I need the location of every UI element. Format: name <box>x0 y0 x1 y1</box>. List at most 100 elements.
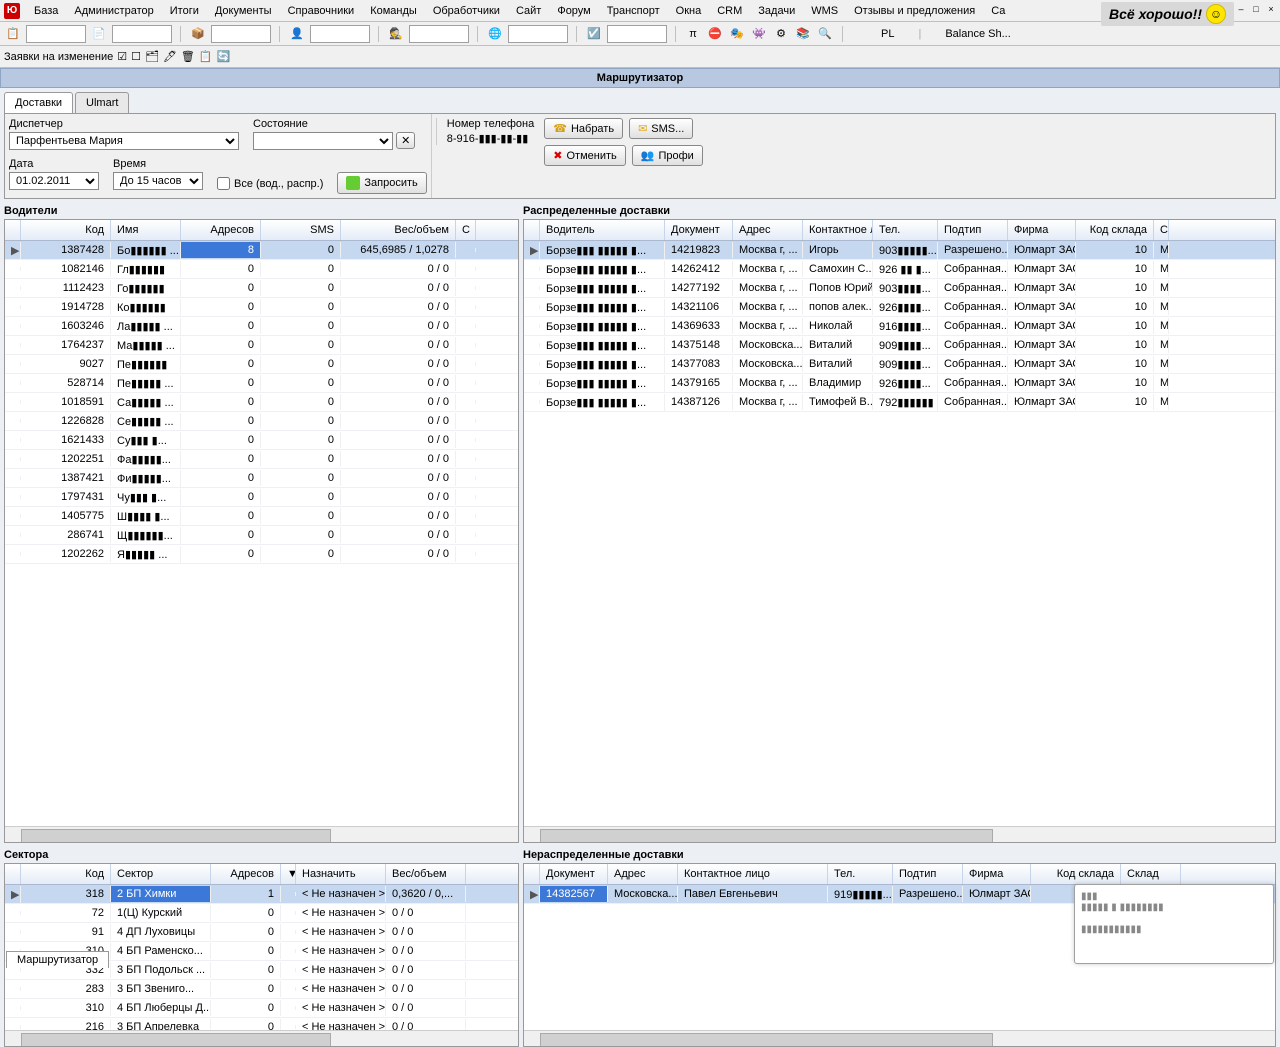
menu-item[interactable]: Администратор <box>66 2 161 20</box>
dispatcher-select[interactable]: Парфентьева Мария <box>9 132 239 150</box>
gear-icon[interactable]: ⚙ <box>772 25 790 43</box>
table-row[interactable]: Борзе▮▮▮ ▮▮▮▮▮ ▮... 14387126 Москва г, .… <box>524 393 1275 412</box>
forbid-icon[interactable]: ⛔ <box>706 25 724 43</box>
toolbar-text[interactable]: Balance Sh... <box>945 28 1010 40</box>
table-row[interactable]: ▶ Борзе▮▮▮ ▮▮▮▮▮ ▮... 14219823 Москва г,… <box>524 241 1275 260</box>
tool-icon[interactable]: ☐ <box>131 50 141 63</box>
table-row[interactable]: Борзе▮▮▮ ▮▮▮▮▮ ▮... 14321106 Москва г, .… <box>524 298 1275 317</box>
tool-icon[interactable]: 🔄 <box>217 50 231 63</box>
tool-icon[interactable]: 📄 <box>90 25 108 43</box>
profile-button[interactable]: 👥Профи <box>632 145 703 166</box>
tool-icon[interactable]: 🗂 <box>145 50 159 63</box>
table-row[interactable]: 310 4 БП Люберцы Д... 0 < Не назначен > … <box>5 999 518 1018</box>
menu-item[interactable]: Документы <box>207 2 280 20</box>
menu-item[interactable]: Итоги <box>162 2 207 20</box>
time-select[interactable]: До 15 часов <box>113 172 203 190</box>
table-row[interactable]: 91 4 ДП Луховицы 0 < Не назначен > 0 / 0 <box>5 923 518 942</box>
table-row[interactable]: Борзе▮▮▮ ▮▮▮▮▮ ▮... 14277192 Москва г, .… <box>524 279 1275 298</box>
sectors-hscroll[interactable] <box>5 1030 518 1046</box>
table-row[interactable]: 1621433 Су▮▮▮ ▮... 0 0 0 / 0 <box>5 431 518 450</box>
minimize-icon[interactable]: – <box>1234 2 1248 16</box>
table-row[interactable]: 1112423 Го▮▮▮▮▮▮ 0 0 0 / 0 <box>5 279 518 298</box>
table-row[interactable]: 1226828 Се▮▮▮▮▮ ... 0 0 0 / 0 <box>5 412 518 431</box>
tab-ulmart[interactable]: Ulmart <box>75 92 129 113</box>
menu-item[interactable]: Сайт <box>508 2 549 20</box>
tool-icon[interactable]: ☑ <box>117 50 127 63</box>
toolbar-text[interactable]: PL <box>881 28 894 40</box>
check-icon[interactable]: ☑️ <box>585 25 603 43</box>
toolbar-input-5[interactable] <box>409 25 469 43</box>
globe-icon[interactable]: 🌐 <box>486 25 504 43</box>
table-row[interactable]: Борзе▮▮▮ ▮▮▮▮▮ ▮... 14377083 Московска..… <box>524 355 1275 374</box>
all-checkbox[interactable] <box>217 177 230 190</box>
table-row[interactable]: 1914728 Ко▮▮▮▮▮▮ 0 0 0 / 0 <box>5 298 518 317</box>
table-row[interactable]: 72 1(Ц) Курский 0 < Не назначен > 0 / 0 <box>5 904 518 923</box>
toolbar-input-1[interactable] <box>26 25 86 43</box>
assigned-hscroll[interactable] <box>524 826 1275 842</box>
table-row[interactable]: 283 3 БП Звениго... 0 < Не назначен > 0 … <box>5 980 518 999</box>
table-row[interactable]: ▶ 1387428 Бо▮▮▮▮▮▮ ... 8 0 645,6985 / 1,… <box>5 241 518 260</box>
table-row[interactable]: 1405775 Ш▮▮▮▮ ▮... 0 0 0 / 0 <box>5 507 518 526</box>
menu-item[interactable]: Форум <box>549 2 598 20</box>
menu-item[interactable]: Са <box>983 2 1013 20</box>
zoom-icon[interactable]: 🔍 <box>816 25 834 43</box>
tool-icon[interactable]: 📦 <box>189 25 207 43</box>
menu-item[interactable]: Окна <box>668 2 710 20</box>
table-row[interactable]: ▶ 318 2 БП Химки 1 < Не назначен > 0,362… <box>5 885 518 904</box>
request-button[interactable]: Запросить <box>337 172 426 194</box>
all-checkbox-label[interactable]: Все (вод., распр.) <box>217 177 323 190</box>
table-row[interactable]: 1797431 Чу▮▮▮ ▮... 0 0 0 / 0 <box>5 488 518 507</box>
menu-item[interactable]: Обработчики <box>425 2 508 20</box>
table-row[interactable]: 1082146 Гл▮▮▮▮▮▮ 0 0 0 / 0 <box>5 260 518 279</box>
tool-icon[interactable]: 📋 <box>4 25 22 43</box>
mask-icon[interactable]: 🎭 <box>728 25 746 43</box>
table-row[interactable]: 528714 Пе▮▮▮▮▮ ... 0 0 0 / 0 <box>5 374 518 393</box>
toolbar-input-3[interactable] <box>211 25 271 43</box>
toolbar-input-2[interactable] <box>112 25 172 43</box>
spy-icon[interactable]: 🕵️ <box>387 25 405 43</box>
unassigned-hscroll[interactable] <box>524 1030 1275 1046</box>
menu-item[interactable]: Команды <box>362 2 425 20</box>
menu-item[interactable]: Задачи <box>750 2 803 20</box>
dial-button[interactable]: ☎Набрать <box>544 118 623 139</box>
tool-icon[interactable]: 🖊 <box>163 50 177 63</box>
table-row[interactable]: 1202262 Я▮▮▮▮▮ ... 0 0 0 / 0 <box>5 545 518 564</box>
table-row[interactable]: 1764237 Ма▮▮▮▮▮ ... 0 0 0 / 0 <box>5 336 518 355</box>
mdi-tab[interactable]: Маршрутизатор <box>6 951 109 968</box>
date-select[interactable]: 01.02.2011 <box>9 172 99 190</box>
table-row[interactable]: Борзе▮▮▮ ▮▮▮▮▮ ▮... 14379165 Москва г, .… <box>524 374 1275 393</box>
table-row[interactable]: Борзе▮▮▮ ▮▮▮▮▮ ▮... 14369633 Москва г, .… <box>524 317 1275 336</box>
cancel-button[interactable]: ✖Отменить <box>544 145 625 166</box>
tool-icon[interactable]: 🗑 <box>181 50 195 63</box>
toolbar-input-7[interactable] <box>607 25 667 43</box>
maximize-icon[interactable]: □ <box>1249 2 1263 16</box>
menu-item[interactable]: CRM <box>709 2 750 20</box>
user-icon[interactable]: 👤 <box>288 25 306 43</box>
alien-icon[interactable]: 👾 <box>750 25 768 43</box>
menu-item[interactable]: Справочники <box>280 2 363 20</box>
drivers-grid[interactable]: Код Имя Адресов SMS Вес/объем С ▶ 138742… <box>4 219 519 843</box>
table-row[interactable]: 286741 Щ▮▮▮▮▮▮... 0 0 0 / 0 <box>5 526 518 545</box>
menu-item[interactable]: WMS <box>803 2 846 20</box>
state-select[interactable] <box>253 132 393 150</box>
toolbar-input-4[interactable] <box>310 25 370 43</box>
menu-item[interactable]: База <box>26 2 66 20</box>
menu-item[interactable]: Отзывы и предложения <box>846 2 983 20</box>
sms-button[interactable]: ✉SMS... <box>629 118 693 139</box>
state-clear-button[interactable]: ✕ <box>396 132 415 149</box>
pi-icon[interactable]: π <box>684 25 702 43</box>
table-row[interactable]: 1387421 Фи▮▮▮▮▮... 0 0 0 / 0 <box>5 469 518 488</box>
table-row[interactable]: 216 3 БП Апрелевка 0 < Не назначен > 0 /… <box>5 1018 518 1030</box>
assigned-grid[interactable]: Водитель Документ Адрес Контактное лицо … <box>523 219 1276 843</box>
drivers-hscroll[interactable] <box>5 826 518 842</box>
tab-deliveries[interactable]: Доставки <box>4 92 73 113</box>
toolbar-input-6[interactable] <box>508 25 568 43</box>
table-row[interactable]: Борзе▮▮▮ ▮▮▮▮▮ ▮... 14262412 Москва г, .… <box>524 260 1275 279</box>
table-row[interactable]: 9027 Пе▮▮▮▮▮▮ 0 0 0 / 0 <box>5 355 518 374</box>
close-icon[interactable]: × <box>1264 2 1278 16</box>
table-row[interactable]: Борзе▮▮▮ ▮▮▮▮▮ ▮... 14375148 Московска..… <box>524 336 1275 355</box>
table-row[interactable]: 1018591 Са▮▮▮▮▮ ... 0 0 0 / 0 <box>5 393 518 412</box>
table-row[interactable]: 1603246 Ла▮▮▮▮▮ ... 0 0 0 / 0 <box>5 317 518 336</box>
menu-item[interactable]: Транспорт <box>599 2 668 20</box>
book-icon[interactable]: 📚 <box>794 25 812 43</box>
